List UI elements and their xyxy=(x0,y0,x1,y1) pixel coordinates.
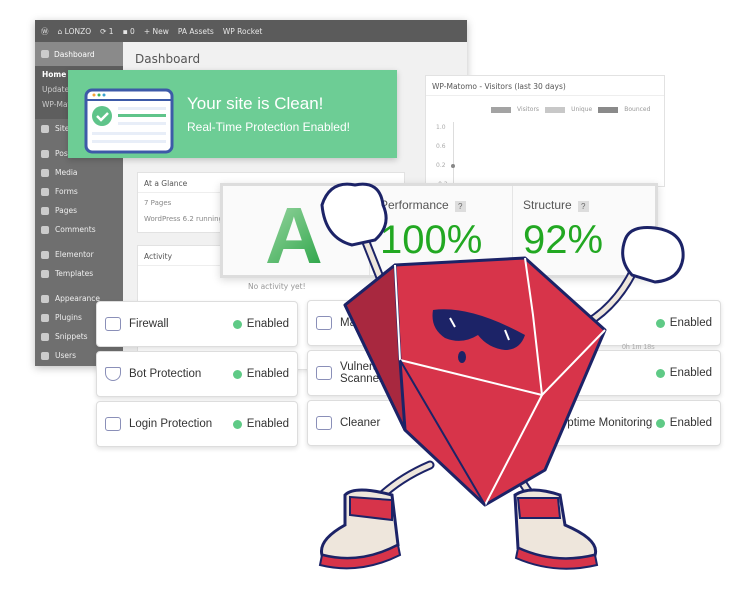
right-glove-icon xyxy=(621,226,685,284)
right-sneaker-icon xyxy=(513,488,599,570)
left-glove-icon xyxy=(320,182,388,247)
ruby-mascot-illustration xyxy=(318,182,685,570)
ruby-gem-body xyxy=(343,256,607,507)
mouth xyxy=(458,351,466,363)
left-sneaker-icon xyxy=(318,488,402,570)
